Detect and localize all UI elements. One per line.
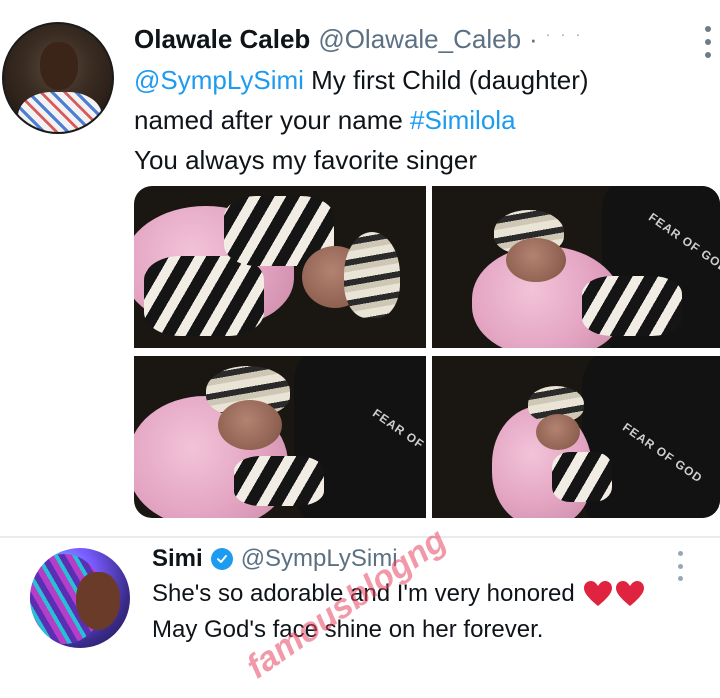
photo-4[interactable]: FEAR OF GOD — [432, 356, 720, 518]
tweet-header: Olawale Caleb @Olawale_Caleb · ˙ ˙ ˙ — [134, 24, 584, 58]
red-heart-icon — [615, 581, 644, 606]
reply-header: Simi @SympLySimi — [152, 542, 398, 576]
mention-link[interactable]: @SympLySimi — [134, 65, 304, 95]
reply-line-2: May God's face shine on her forever. — [152, 616, 544, 643]
tweet-text: @SympLySimi My first Child (daughter) na… — [134, 60, 714, 180]
hashtag-link[interactable]: #Similola — [410, 105, 516, 135]
tweet-line-1: @SympLySimi My first Child (daughter) — [134, 65, 589, 95]
avatar-shirt — [18, 92, 102, 132]
author-handle[interactable]: @Olawale_Caleb — [318, 24, 521, 55]
avatar-face — [76, 572, 120, 630]
divider — [0, 536, 720, 538]
tweet-line-2: named after your name #Similola — [134, 105, 516, 135]
reply-text: She's so adorable and I'm very honored M… — [152, 576, 712, 648]
avatar[interactable] — [30, 548, 130, 648]
reply-line-1: She's so adorable and I'm very honored — [152, 576, 712, 612]
photo-1[interactable] — [134, 186, 426, 348]
author-handle[interactable]: @SympLySimi — [241, 545, 398, 573]
photo-3[interactable]: FEAR OF — [134, 356, 426, 518]
timestamp-blurred: ˙ ˙ ˙ — [545, 32, 584, 52]
verified-badge-icon — [210, 548, 233, 570]
author-name[interactable]: Simi — [152, 545, 203, 573]
red-heart-icon — [583, 581, 612, 606]
tweet-screenshot: Olawale Caleb @Olawale_Caleb · ˙ ˙ ˙ @Sy… — [0, 0, 720, 698]
hearts — [583, 580, 645, 608]
avatar[interactable] — [2, 22, 114, 134]
more-options-icon[interactable] — [698, 22, 718, 62]
media-grid: FEAR OF GOD FEAR OF FEAR OF GOD — [134, 186, 720, 518]
photo-2[interactable]: FEAR OF GOD — [432, 186, 720, 348]
avatar-face — [40, 42, 78, 90]
separator-dot: · — [529, 24, 538, 54]
author-name[interactable]: Olawale Caleb — [134, 24, 310, 55]
tweet-line-3: You always my favorite singer — [134, 145, 477, 175]
tweet-original[interactable]: Olawale Caleb @Olawale_Caleb · ˙ ˙ ˙ @Sy… — [0, 0, 720, 540]
